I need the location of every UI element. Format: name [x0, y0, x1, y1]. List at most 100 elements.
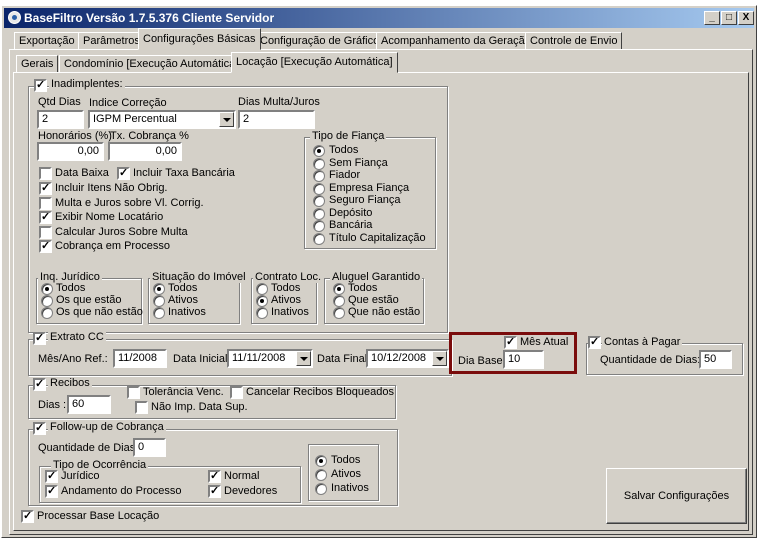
- aluguel-todos-radio[interactable]: [333, 283, 345, 295]
- calcular-juros-checkbox[interactable]: [39, 226, 52, 239]
- app-icon: [8, 11, 21, 24]
- tab-controle-envio[interactable]: Controle de Envio: [525, 32, 623, 50]
- subtab-locacao[interactable]: Locação [Execução Automática]: [231, 52, 398, 73]
- save-button[interactable]: Salvar Configurações: [606, 468, 747, 524]
- inadimplentes-label: Inadimplentes:: [49, 78, 125, 90]
- tab-configuracao-grafico[interactable]: Configuração de Gráfico: [255, 32, 385, 50]
- tx-cobranca-input[interactable]: 0,00: [108, 142, 182, 161]
- mes-atual-checkbox[interactable]: [504, 335, 517, 349]
- minimize-button[interactable]: _: [704, 11, 720, 25]
- fianca-empresa-radio[interactable]: [313, 183, 325, 195]
- followup-todos-radio[interactable]: [315, 455, 327, 467]
- processar-checkbox[interactable]: [21, 509, 34, 523]
- situacao-inativos-radio[interactable]: [153, 307, 165, 319]
- devedores-label: Devedores: [224, 485, 278, 497]
- fianca-fiador-radio[interactable]: [313, 170, 325, 182]
- tipo-fianca-label: Tipo de Fiança: [310, 130, 387, 142]
- followup-todos-label: Todos: [331, 454, 361, 466]
- tab-acompanhamento[interactable]: Acompanhamento da Geração: [376, 32, 536, 50]
- inq-nao-estao-radio[interactable]: [41, 307, 53, 319]
- inq-estao-radio[interactable]: [41, 295, 53, 307]
- contrato-todos-radio[interactable]: [256, 283, 268, 295]
- followup-qtd-label: Quantidade de Dias:: [38, 442, 139, 454]
- andamento-checkbox[interactable]: [45, 484, 58, 498]
- tolerancia-label: Tolerância Venc.: [143, 386, 224, 398]
- devedores-checkbox[interactable]: [208, 484, 221, 498]
- juridico-checkbox[interactable]: [45, 469, 58, 483]
- exibir-nome-checkbox[interactable]: [39, 210, 52, 224]
- tx-cobranca-label: Tx. Cobrança %: [110, 130, 189, 142]
- dia-base-input[interactable]: 10: [503, 350, 544, 369]
- chevron-down-icon[interactable]: [219, 112, 234, 127]
- followup-qtd-input[interactable]: 0: [133, 438, 166, 457]
- tolerancia-checkbox[interactable]: [127, 386, 140, 399]
- situacao-todos-radio[interactable]: [153, 283, 165, 295]
- calendar-dropdown-icon[interactable]: [432, 351, 447, 366]
- mes-ano-label: Mês/Ano Ref.:: [38, 353, 108, 365]
- subtab-gerais[interactable]: Gerais: [16, 55, 59, 73]
- inadimplentes-checkbox[interactable]: [34, 78, 47, 92]
- incluir-taxa-checkbox[interactable]: [117, 166, 130, 180]
- incluir-itens-checkbox[interactable]: [39, 181, 52, 195]
- aluguel-nao-estao-radio[interactable]: [333, 307, 345, 319]
- situacao-ativos-radio[interactable]: [153, 295, 165, 307]
- tab-exportacao[interactable]: Exportação: [14, 32, 80, 50]
- followup-ativos-label: Ativos: [331, 468, 361, 480]
- normal-checkbox[interactable]: [208, 469, 221, 483]
- contas-qtd-input[interactable]: 50: [699, 350, 732, 369]
- qtd-dias-input[interactable]: 2: [37, 110, 84, 129]
- nao-imp-label: Não Imp. Data Sup.: [151, 401, 248, 413]
- fianca-sem-label: Sem Fiança: [329, 157, 388, 169]
- cancelar-recibos-label: Cancelar Recibos Bloqueados: [246, 386, 394, 398]
- fianca-deposito-label: Depósito: [329, 207, 373, 219]
- situacao-inativos-label: Inativos: [168, 306, 206, 318]
- indice-correcao-select[interactable]: IGPM Percentual: [88, 110, 236, 129]
- fianca-todos-radio[interactable]: [313, 145, 325, 157]
- extrato-label: Extrato CC: [48, 331, 106, 343]
- mes-ano-input[interactable]: 11/2008: [113, 349, 167, 368]
- dias-multa-label: Dias Multa/Juros: [238, 96, 320, 108]
- situacao-ativos-label: Ativos: [168, 294, 198, 306]
- tab-parametros[interactable]: Parâmetros: [78, 32, 145, 50]
- aluguel-estao-radio[interactable]: [333, 295, 345, 307]
- contrato-todos-label: Todos: [271, 282, 301, 294]
- fianca-titulo-radio[interactable]: [313, 233, 325, 245]
- fianca-sem-radio[interactable]: [313, 158, 325, 170]
- followup-inativos-radio[interactable]: [315, 483, 327, 495]
- fianca-titulo-label: Título Capitalização: [329, 232, 426, 244]
- recibos-dias-input[interactable]: 60: [67, 395, 111, 414]
- honorarios-input[interactable]: 0,00: [37, 142, 104, 161]
- maximize-button[interactable]: □: [721, 11, 737, 25]
- fianca-empresa-label: Empresa Fiança: [329, 182, 410, 194]
- contrato-ativos-label: Ativos: [271, 294, 301, 306]
- fianca-deposito-radio[interactable]: [313, 208, 325, 220]
- close-button[interactable]: X: [738, 11, 754, 25]
- multa-juros-label: Multa e Juros sobre Vl. Corrig.: [55, 197, 204, 209]
- fianca-bancaria-radio[interactable]: [313, 220, 325, 232]
- multa-juros-checkbox[interactable]: [39, 197, 52, 210]
- cobranca-processo-label: Cobrança em Processo: [55, 240, 170, 252]
- cobranca-processo-checkbox[interactable]: [39, 239, 52, 253]
- contrato-ativos-radio[interactable]: [256, 295, 268, 307]
- dias-multa-input[interactable]: 2: [238, 110, 315, 129]
- extrato-checkbox[interactable]: [33, 331, 46, 345]
- followup-checkbox[interactable]: [33, 421, 46, 435]
- recibos-label: Recibos: [48, 377, 92, 389]
- followup-ativos-radio[interactable]: [315, 469, 327, 481]
- fianca-bancaria-label: Bancária: [329, 219, 373, 231]
- nao-imp-checkbox[interactable]: [135, 401, 148, 414]
- data-inicial-label: Data Inicial: [173, 353, 228, 365]
- contrato-inativos-radio[interactable]: [256, 307, 268, 319]
- situacao-todos-label: Todos: [168, 282, 198, 294]
- inq-todos-radio[interactable]: [41, 283, 53, 295]
- data-baixa-checkbox[interactable]: [39, 167, 52, 180]
- recibos-checkbox[interactable]: [33, 377, 46, 391]
- cancelar-recibos-checkbox[interactable]: [230, 386, 243, 399]
- subtab-condominio[interactable]: Condomínio [Execução Automática]: [59, 55, 244, 73]
- fianca-seguro-radio[interactable]: [313, 195, 325, 207]
- contas-pagar-checkbox[interactable]: [588, 335, 601, 349]
- aluguel-todos-label: Todos: [348, 282, 378, 294]
- juridico-label: Jurídico: [61, 470, 100, 482]
- calendar-dropdown-icon[interactable]: [296, 351, 311, 366]
- tab-configuracoes-basicas[interactable]: Configurações Básicas: [138, 28, 261, 50]
